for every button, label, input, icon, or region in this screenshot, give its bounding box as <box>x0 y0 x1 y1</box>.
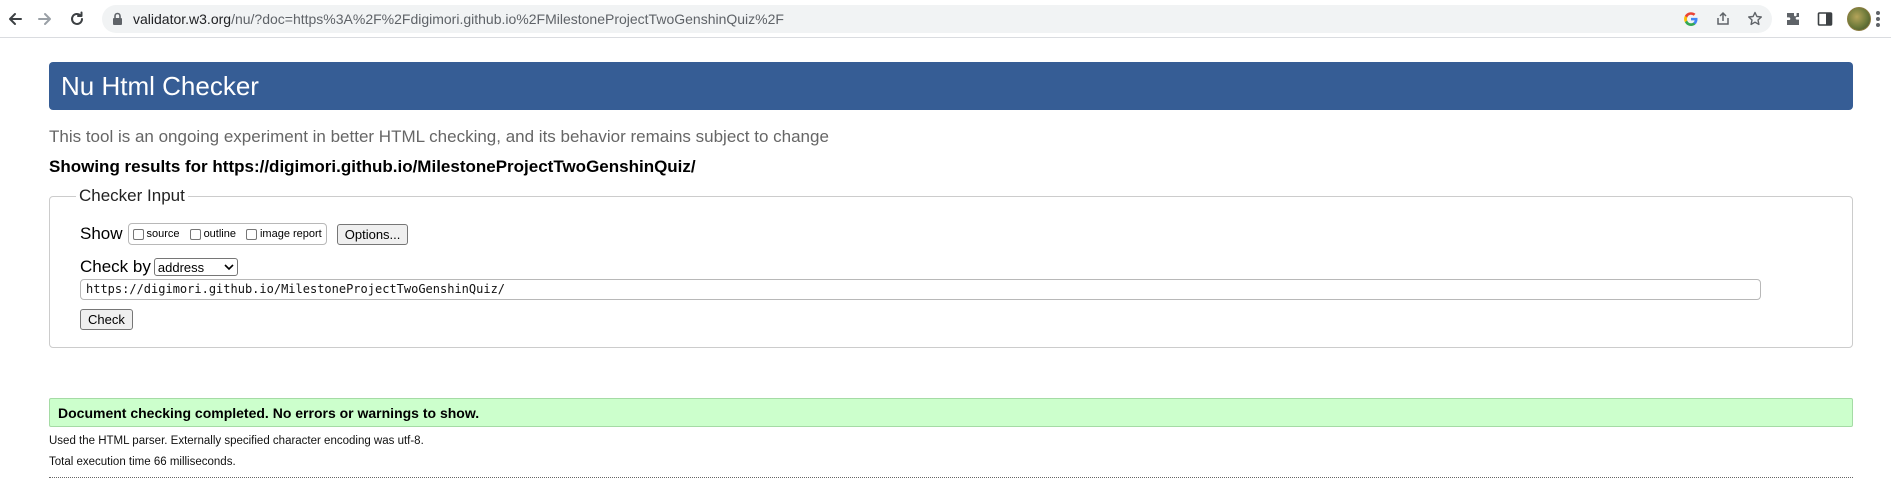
check-by-row: Check by address <box>80 257 238 277</box>
google-icon[interactable] <box>1682 10 1700 28</box>
page-title: Nu Html Checker <box>61 71 259 101</box>
show-row: Show source outline image report Options… <box>80 223 409 245</box>
outline-label: outline <box>203 228 236 240</box>
divider <box>49 477 1853 478</box>
url-path: /nu/?doc=https%3A%2F%2Fdigimori.github.i… <box>231 11 784 27</box>
options-button[interactable]: Options... <box>336 223 409 245</box>
side-panel-icon[interactable] <box>1815 9 1835 29</box>
source-checkbox[interactable] <box>132 228 144 240</box>
profile-avatar[interactable] <box>1847 7 1871 31</box>
source-label: source <box>146 228 180 240</box>
browser-toolbar: validator.w3.org/nu/?doc=https%3A%2F%2Fd… <box>0 0 1891 38</box>
extensions-icon[interactable] <box>1783 9 1803 29</box>
check-by-value: address <box>157 259 205 275</box>
image-report-label: image report <box>259 228 322 240</box>
lock-icon[interactable] <box>112 12 123 31</box>
reload-icon[interactable] <box>66 8 88 30</box>
execution-time: Total execution time 66 milliseconds. <box>49 456 236 468</box>
intro-text: This tool is an ongoing experiment in be… <box>49 127 829 146</box>
outline-checkbox[interactable] <box>189 228 201 240</box>
chevron-down-icon <box>224 264 234 271</box>
parser-info: Used the HTML parser. Externally specifi… <box>49 435 424 447</box>
forward-icon[interactable] <box>34 8 56 30</box>
result-details: Used the HTML parser. Externally specifi… <box>49 435 424 477</box>
checker-input-fieldset <box>49 196 1853 348</box>
address-input[interactable]: https://digimori.github.io/MilestoneProj… <box>80 279 1761 300</box>
back-icon[interactable] <box>4 8 26 30</box>
star-icon[interactable] <box>1746 10 1764 28</box>
menu-icon[interactable] <box>1876 11 1880 29</box>
address-bar[interactable]: validator.w3.org/nu/?doc=https%3A%2F%2Fd… <box>102 5 1772 33</box>
results-heading: Showing results for https://digimori.git… <box>49 157 696 176</box>
share-icon[interactable] <box>1714 10 1732 28</box>
checker-input-legend: Checker Input <box>76 186 188 206</box>
show-source-option[interactable]: source <box>132 228 180 240</box>
show-options-group: source outline image report <box>127 223 327 245</box>
address-bar-url: validator.w3.org/nu/?doc=https%3A%2F%2Fd… <box>133 11 784 27</box>
show-outline-option[interactable]: outline <box>189 228 236 240</box>
image-report-checkbox[interactable] <box>245 228 257 240</box>
show-image-report-option[interactable]: image report <box>245 228 322 240</box>
check-by-select[interactable]: address <box>153 258 238 276</box>
check-button[interactable]: Check <box>80 309 133 330</box>
page-header: Nu Html Checker <box>49 62 1853 110</box>
check-by-label: Check by <box>80 257 151 276</box>
show-label: Show <box>80 224 123 243</box>
url-host: validator.w3.org <box>133 11 232 27</box>
success-message: Document checking completed. No errors o… <box>49 398 1853 427</box>
